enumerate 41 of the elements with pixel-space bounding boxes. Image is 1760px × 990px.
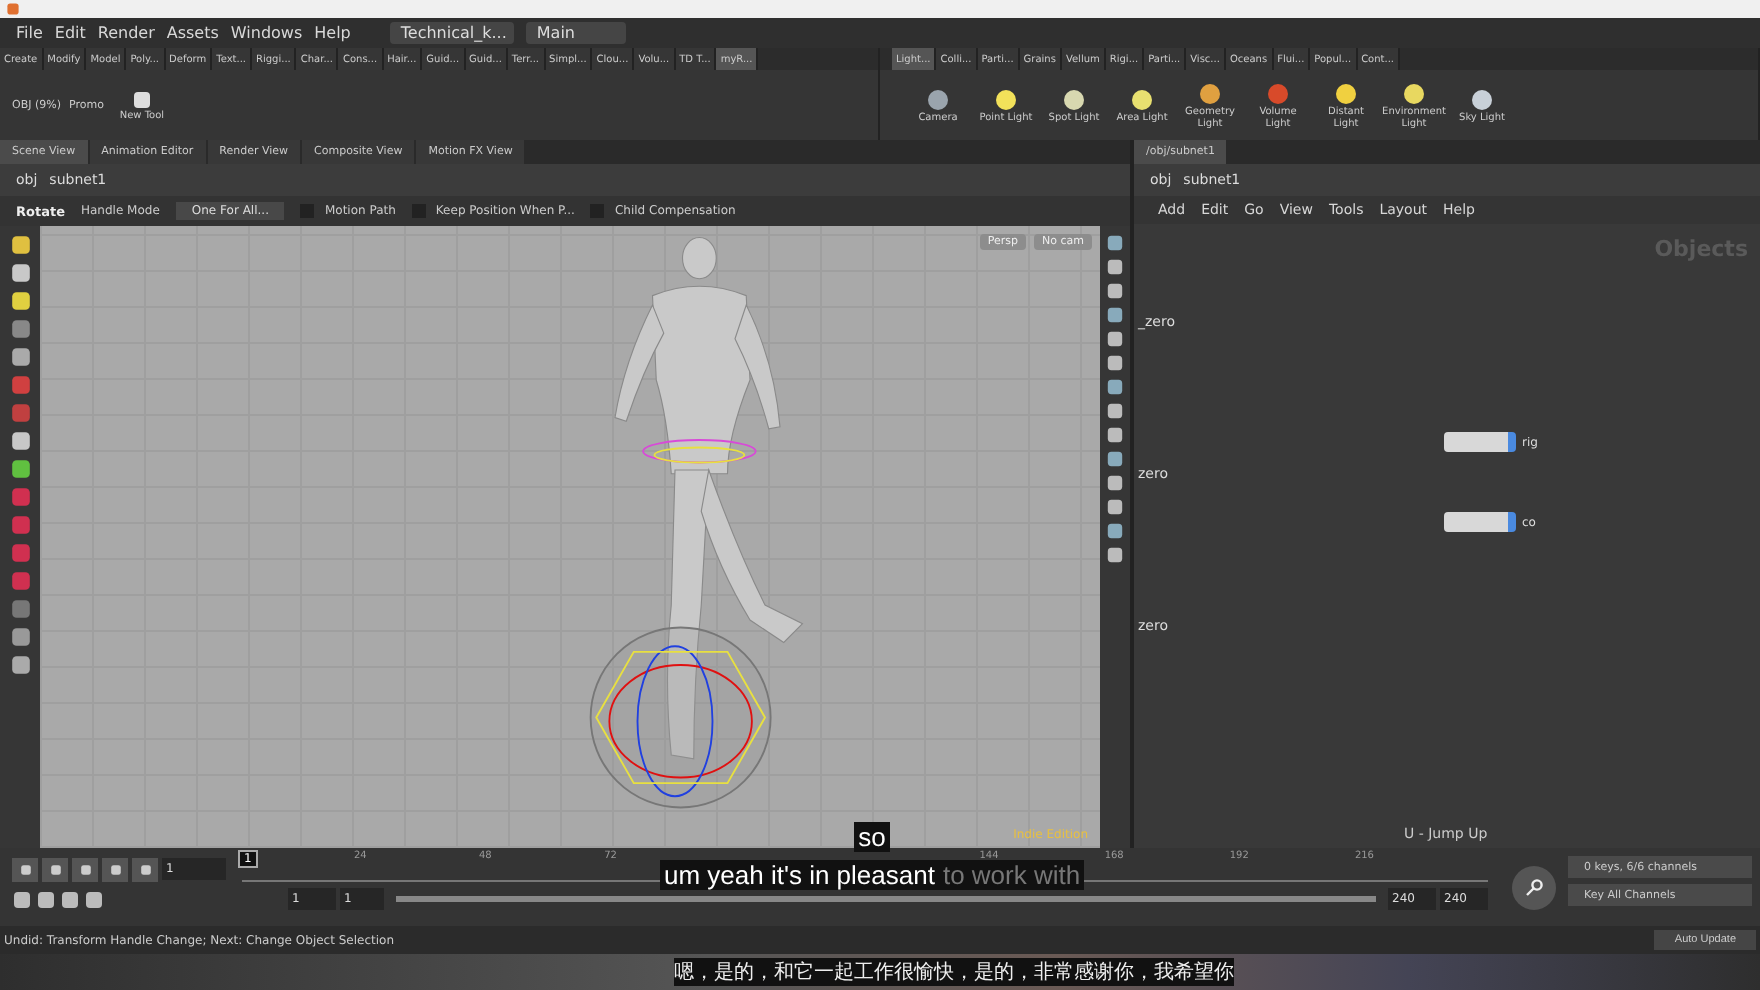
key-icon [1524, 877, 1544, 897]
menu-item[interactable]: Edit [54, 24, 86, 42]
toolbar-icon [9, 458, 31, 480]
menu-item[interactable]: Render [97, 24, 155, 42]
toolbar-icon [9, 514, 31, 536]
playback-icon [139, 863, 151, 875]
menu-item[interactable]: Windows [230, 24, 303, 42]
menu-item[interactable]: File [16, 24, 43, 42]
playback-icon [49, 863, 61, 875]
toolbar-icon [9, 598, 31, 620]
toolbar-icon [9, 570, 31, 592]
toolbar-icon [9, 402, 31, 424]
playback-icon [79, 863, 91, 875]
playback-button[interactable] [12, 857, 38, 881]
playback-button[interactable] [132, 857, 158, 881]
playback-icon [109, 863, 121, 875]
desk-dropdown[interactable]: Main [526, 22, 627, 44]
toolbar-icon [9, 542, 31, 564]
network-node[interactable] [1444, 512, 1516, 532]
range-slider[interactable] [396, 896, 1376, 902]
toolbar-icon [9, 654, 31, 676]
playback-button[interactable] [42, 857, 68, 881]
desktop-dropdown[interactable]: Technical_k... [390, 22, 515, 44]
app-icon [6, 2, 20, 16]
menu-item[interactable]: Assets [166, 24, 219, 42]
playback-button[interactable] [102, 857, 128, 881]
toolbar-icon [9, 318, 31, 340]
playback-icon [19, 863, 31, 875]
menu-item[interactable]: Help [314, 24, 351, 42]
toolbar-icon [9, 430, 31, 452]
key-button[interactable] [1512, 865, 1556, 909]
toolbar-icon [9, 262, 31, 284]
toolbar-icon [9, 486, 31, 508]
playback-button[interactable] [72, 857, 98, 881]
toolbar-icon [9, 290, 31, 312]
tool-icon [131, 89, 152, 109]
toolbar-icon [9, 626, 31, 648]
toolbar-icon [9, 234, 31, 256]
network-node[interactable] [1444, 432, 1516, 452]
toolbar-icon [9, 346, 31, 368]
toolbar-icon [9, 374, 31, 396]
